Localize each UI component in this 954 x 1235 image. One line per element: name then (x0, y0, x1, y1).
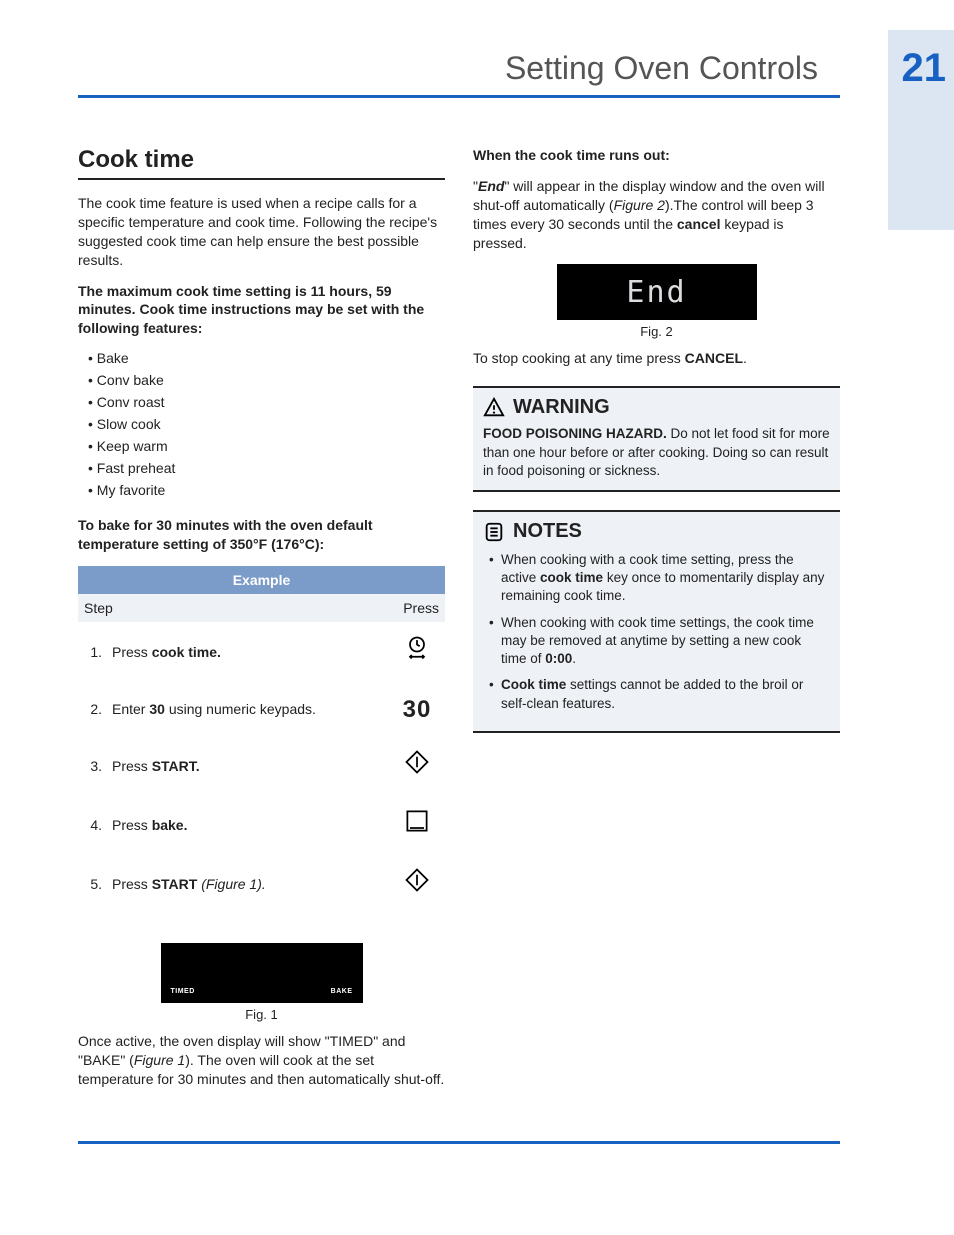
table-row: 5. Press START (Figure 1). (78, 854, 445, 913)
table-row: 1. Press cook time. (78, 622, 445, 681)
example-table: Example Step Press 1. Press cook time. 2… (78, 566, 445, 913)
col-step: Step (78, 594, 389, 622)
notes-item: When cooking with a cook time setting, p… (489, 551, 830, 606)
notes-item: When cooking with cook time settings, th… (489, 614, 830, 669)
thirty-icon: 30 (389, 681, 445, 736)
notes-icon (483, 521, 505, 543)
after-fig1-text: Once active, the oven display will show … (78, 1032, 445, 1089)
feature-item: Keep warm (88, 438, 445, 454)
notes-title: NOTES (513, 520, 582, 543)
stop-text: To stop cooking at any time press CANCEL… (473, 349, 840, 368)
col-press: Press (389, 594, 445, 622)
warning-title: WARNING (513, 396, 610, 419)
left-column: Cook time The cook time feature is used … (78, 146, 445, 1101)
feature-list: Bake Conv bake Conv roast Slow cook Keep… (78, 350, 445, 498)
page-number: 21 (902, 46, 947, 91)
display-bake-label: BAKE (331, 988, 353, 995)
start-icon (389, 736, 445, 795)
max-setting-text: The maximum cook time setting is 11 hour… (78, 282, 445, 339)
display-timed-label: TIMED (171, 988, 195, 995)
table-row: 3. Press START. (78, 736, 445, 795)
notes-item: Cook time settings cannot be added to th… (489, 676, 830, 712)
oven-display-fig1: TIMED BAKE (161, 943, 363, 1003)
warning-callout: WARNING FOOD POISONING HAZARD. Do not le… (473, 386, 840, 492)
right-column: When the cook time runs out: "End" will … (473, 146, 840, 1101)
clock-icon (389, 622, 445, 681)
table-row: 4. Press bake. (78, 795, 445, 854)
feature-item: Bake (88, 350, 445, 366)
table-row: 2. Enter 30 using numeric keypads. 30 (78, 681, 445, 736)
bake-icon (389, 795, 445, 854)
intro-paragraph: The cook time feature is used when a rec… (78, 194, 445, 270)
fig2-caption: Fig. 2 (473, 324, 840, 339)
feature-item: Conv bake (88, 372, 445, 388)
warning-text: FOOD POISONING HAZARD. Do not let food s… (483, 425, 830, 480)
oven-display-fig2: End (557, 264, 757, 320)
fig1-caption: Fig. 1 (78, 1007, 445, 1022)
warning-icon (483, 397, 505, 419)
table-header: Example (78, 566, 445, 594)
runs-out-heading: When the cook time runs out: (473, 146, 840, 165)
bake-heading: To bake for 30 minutes with the oven def… (78, 516, 445, 554)
feature-item: Conv roast (88, 394, 445, 410)
footer-rule (78, 1141, 840, 1144)
header-rule (78, 95, 840, 98)
feature-item: Slow cook (88, 416, 445, 432)
runs-out-text: "End" will appear in the display window … (473, 177, 840, 253)
page-title: Setting Oven Controls (78, 40, 906, 87)
section-title: Cook time (78, 146, 445, 180)
start-icon (389, 854, 445, 913)
notes-callout: NOTES When cooking with a cook time sett… (473, 510, 840, 733)
feature-item: My favorite (88, 482, 445, 498)
feature-item: Fast preheat (88, 460, 445, 476)
notes-list: When cooking with a cook time setting, p… (483, 551, 830, 713)
display-end-text: End (626, 275, 686, 310)
